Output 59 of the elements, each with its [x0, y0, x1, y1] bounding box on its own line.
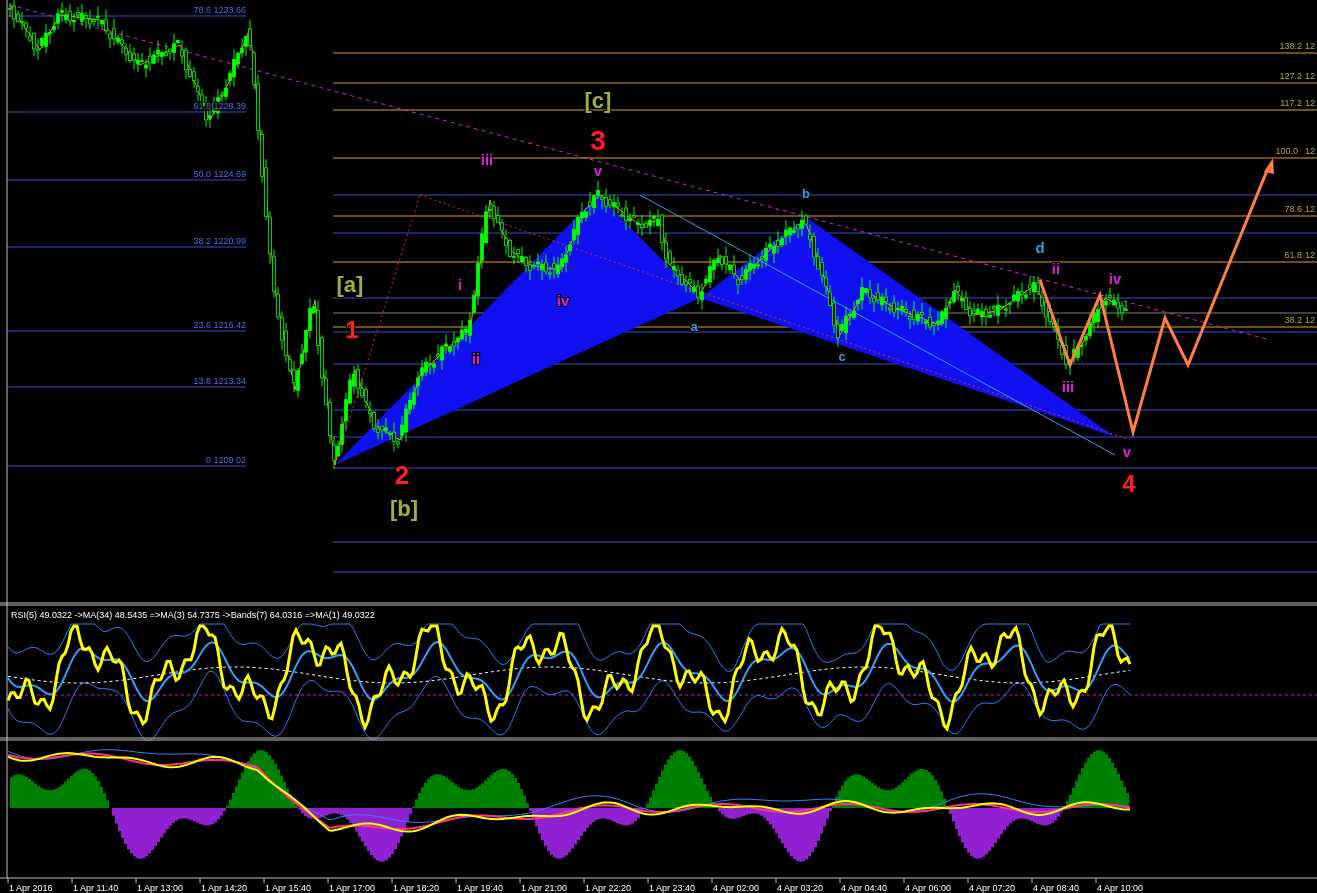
- time-axis-label: 1 Apr 18:20: [393, 883, 440, 893]
- time-axis-label: 4 Apr 03:20: [777, 883, 824, 893]
- time-axis-label: 1 Apr 11:40: [73, 883, 119, 893]
- time-axis-label: 4 Apr 06:00: [905, 883, 952, 893]
- fibonacci-level-label: 61.8: [1284, 250, 1302, 260]
- fibonacci-price-label: 12: [1305, 146, 1315, 156]
- time-axis-label: 1 Apr 13:00: [137, 883, 184, 893]
- wave-label: v: [593, 162, 603, 179]
- wave-label: c: [838, 349, 846, 364]
- rsi-legend: RSI(5) 49.0322 ->MA(34) 48.5435 =>MA(3) 54.7375 ->Bands(7) 64.0316 =>MA(1) 49.0322: [11, 610, 375, 620]
- fibonacci-price-label: 12: [1305, 41, 1315, 51]
- time-axis-label: 4 Apr 08:40: [1033, 883, 1080, 893]
- fibonacci-level-label: 138.2: [1279, 41, 1302, 51]
- wave-label: [a]: [336, 272, 364, 297]
- time-axis-label: 1 Apr 19:40: [457, 883, 504, 893]
- time-axis-label: 1 Apr 2016: [9, 883, 53, 893]
- fibonacci-level-label: 78.6: [1284, 204, 1302, 214]
- fibonacci-level-label: 13.8 1213.34: [193, 376, 246, 386]
- fibonacci-level-label: 117.2: [1280, 98, 1302, 108]
- wave-label: d: [1035, 239, 1045, 256]
- wave-label: iii: [1061, 378, 1075, 395]
- wave-label: 3: [590, 125, 606, 156]
- fibonacci-price-label: 12: [1305, 250, 1315, 260]
- wave-label: 4: [1122, 470, 1136, 497]
- time-axis-label: 4 Apr 02:00: [713, 883, 760, 893]
- time-axis-label: 4 Apr 07:20: [969, 883, 1016, 893]
- wave-label: [b]: [389, 496, 419, 521]
- fibonacci-level-label: 38.2: [1284, 315, 1302, 325]
- time-axis-label: 1 Apr 23:40: [649, 883, 696, 893]
- wave-label: ii: [471, 350, 481, 367]
- wave-label: b: [802, 186, 810, 201]
- fibonacci-level-label: 23.6 1216.42: [193, 320, 246, 330]
- time-axis-label: 1 Apr 22:20: [585, 883, 632, 893]
- wave-label: i: [457, 276, 463, 293]
- fibonacci-level-label: 78.6 1233.66: [193, 5, 246, 15]
- wave-label: iv: [556, 292, 570, 309]
- fibonacci-level-label: 127.2: [1279, 71, 1302, 81]
- fibonacci-level-label: 38.2 1220.99: [193, 236, 246, 246]
- fibonacci-level-label: 100.0: [1275, 146, 1298, 156]
- wave-label: ii: [1051, 260, 1061, 277]
- wave-label: v: [1122, 443, 1132, 460]
- fibonacci-price-label: 12: [1305, 204, 1315, 214]
- time-axis-label: 1 Apr 15:40: [265, 883, 312, 893]
- wave-label: 2: [394, 460, 410, 490]
- time-axis-label: 4 Apr 10:00: [1097, 883, 1144, 893]
- fibonacci-level-label: 0 1209.02: [205, 455, 246, 465]
- wave-label: iii: [480, 151, 494, 168]
- wave-label: 1: [345, 316, 359, 343]
- fibonacci-price-label: 12: [1305, 315, 1315, 325]
- wave-label: a: [690, 319, 698, 334]
- wave-label: iv: [1108, 270, 1122, 287]
- time-axis-label: 1 Apr 21:00: [521, 883, 568, 893]
- fibonacci-price-label: 12: [1305, 71, 1315, 81]
- fibonacci-level-label: 50.0 1224.69: [193, 169, 246, 179]
- time-axis-label: 4 Apr 04:40: [841, 883, 888, 893]
- time-axis-label: 1 Apr 14:20: [201, 883, 248, 893]
- fibonacci-price-label: 12: [1305, 98, 1315, 108]
- wave-label: [c]: [584, 88, 612, 113]
- time-axis-label: 1 Apr 17:00: [329, 883, 376, 893]
